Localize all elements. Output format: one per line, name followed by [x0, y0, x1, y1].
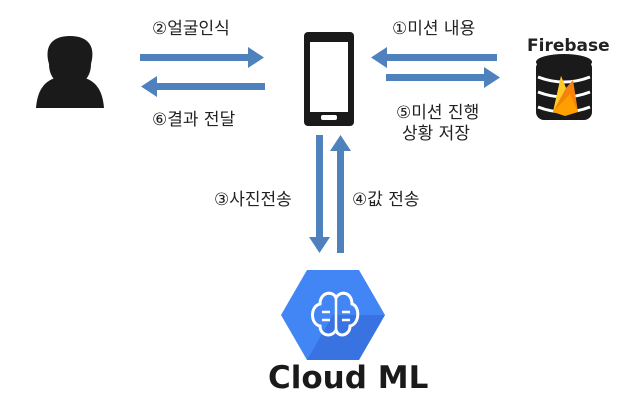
label-mission-progress-line1: ⑤미션 진행 [396, 103, 480, 123]
cloud-ml-brain-icon [281, 270, 385, 360]
arrow-value-transfer [330, 135, 351, 253]
person-icon [36, 36, 104, 108]
label-firebase: Firebase [527, 36, 610, 56]
diagram-graphics [36, 32, 592, 360]
label-result-delivery: ⑥결과 전달 [152, 110, 236, 130]
label-cloud-ml: Cloud ML [268, 360, 429, 396]
firebase-database-icon [536, 54, 592, 120]
label-mission-progress-line2: 상황 저장 [402, 124, 470, 144]
arrow-mission-progress-save [386, 67, 500, 88]
label-face-recognition: ②얼굴인식 [152, 19, 230, 39]
diagram-canvas: ②얼굴인식 ⑥결과 전달 ①미션 내용 ⑤미션 진행 상황 저장 ③사진전송 ④… [0, 0, 642, 405]
arrow-face-recognition [140, 47, 264, 68]
arrow-photo-transfer [309, 135, 330, 253]
label-mission-content: ①미션 내용 [392, 19, 476, 39]
label-value-transfer: ④값 전송 [352, 190, 420, 210]
arrow-result-delivery [141, 76, 265, 97]
arrow-mission-content [371, 47, 497, 68]
label-photo-transfer: ③사진전송 [214, 190, 292, 210]
smartphone-icon [304, 32, 354, 126]
